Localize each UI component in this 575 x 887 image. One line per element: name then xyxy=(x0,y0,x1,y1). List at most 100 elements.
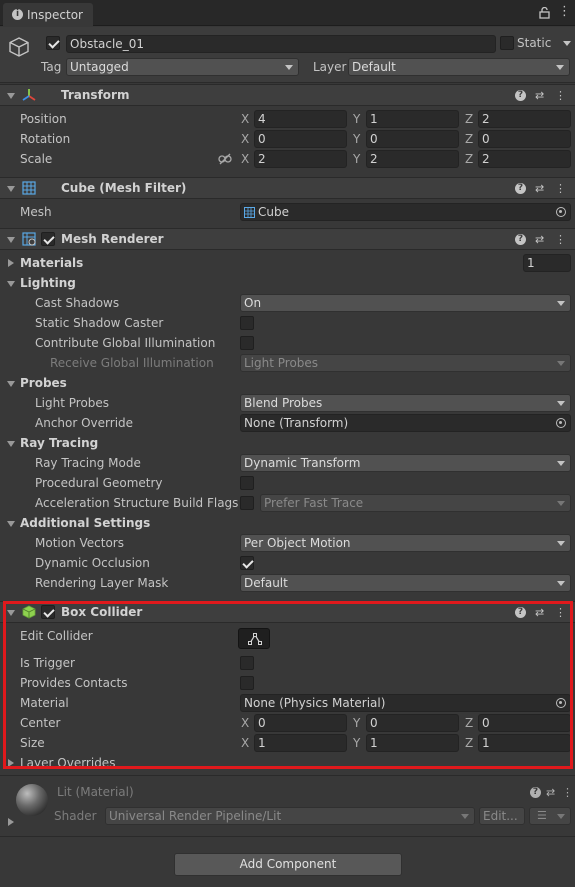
probes-label[interactable]: Probes xyxy=(20,376,67,390)
ray-tracing-label[interactable]: Ray Tracing xyxy=(20,436,98,450)
axis-y-label[interactable]: Y xyxy=(353,716,360,730)
position-y-field[interactable]: 1 xyxy=(366,110,459,128)
axis-y-label[interactable]: Y xyxy=(353,112,360,126)
provides-contacts-checkbox[interactable] xyxy=(240,676,254,690)
procedural-geometry-checkbox[interactable] xyxy=(240,476,254,490)
size-y-field[interactable]: 1 xyxy=(366,734,459,752)
gameobject-name-field[interactable]: Obstacle_01 xyxy=(66,35,496,53)
ray-tracing-foldout-icon[interactable] xyxy=(7,441,15,447)
edit-shader-button[interactable]: Edit... xyxy=(479,807,525,825)
component-menu-icon[interactable]: ⋮ xyxy=(555,233,566,247)
tag-dropdown[interactable]: Untagged xyxy=(66,58,299,76)
scale-z-field[interactable]: 2 xyxy=(478,150,571,168)
axis-x-label[interactable]: X xyxy=(241,132,249,146)
help-icon[interactable]: ? xyxy=(530,787,541,798)
tab-menu-icon[interactable]: ⋮ xyxy=(558,5,571,19)
axis-z-label[interactable]: Z xyxy=(465,132,473,146)
additional-settings-foldout-icon[interactable] xyxy=(7,521,15,527)
rotation-x-field[interactable]: 0 xyxy=(254,130,347,148)
scale-x-field[interactable]: 2 xyxy=(254,150,347,168)
foldout-arrow-icon[interactable] xyxy=(7,237,15,243)
light-probes-dropdown[interactable]: Blend Probes xyxy=(240,394,571,412)
transform-header[interactable]: Transform ? ⇄ ⋮ xyxy=(0,84,575,106)
axis-z-label[interactable]: Z xyxy=(465,716,473,730)
rotation-z-field[interactable]: 0 xyxy=(478,130,571,148)
foldout-arrow-icon[interactable] xyxy=(7,610,15,616)
box-collider-enabled-checkbox[interactable] xyxy=(41,605,55,619)
add-component-button[interactable]: Add Component xyxy=(174,853,402,876)
size-x-field[interactable]: 1 xyxy=(254,734,347,752)
presets-icon[interactable]: ⇄ xyxy=(546,786,555,799)
lighting-label[interactable]: Lighting xyxy=(20,276,76,290)
materials-foldout-icon[interactable] xyxy=(8,259,14,267)
layer-dropdown[interactable]: Default xyxy=(348,58,570,76)
box-collider-header[interactable]: Box Collider ? ⇄ ⋮ xyxy=(0,601,575,623)
layer-overrides-label[interactable]: Layer Overrides xyxy=(20,756,115,766)
layer-overrides-foldout-icon[interactable] xyxy=(8,759,14,767)
help-icon[interactable]: ? xyxy=(515,90,526,101)
mesh-renderer-enabled-checkbox[interactable] xyxy=(41,232,55,246)
is-trigger-checkbox[interactable] xyxy=(240,656,254,670)
object-picker-icon[interactable] xyxy=(556,418,566,428)
mesh-filter-header[interactable]: Cube (Mesh Filter) ? ⇄ ⋮ xyxy=(0,177,575,199)
cast-shadows-dropdown[interactable]: On xyxy=(240,294,571,312)
axis-y-label[interactable]: Y xyxy=(353,736,360,750)
motion-vectors-dropdown[interactable]: Per Object Motion xyxy=(240,534,571,552)
lighting-foldout-icon[interactable] xyxy=(7,281,15,287)
axis-x-label[interactable]: X xyxy=(241,736,249,750)
materials-count-field[interactable]: 1 xyxy=(523,254,571,272)
rendering-layer-mask-dropdown[interactable]: Default xyxy=(240,574,571,592)
edit-collider-button[interactable] xyxy=(238,628,270,649)
axis-y-label[interactable]: Y xyxy=(353,132,360,146)
static-checkbox[interactable] xyxy=(500,36,514,50)
object-picker-icon[interactable] xyxy=(556,698,566,708)
presets-icon[interactable]: ⇄ xyxy=(535,233,544,247)
shader-options-dropdown[interactable]: ☰ xyxy=(529,807,571,825)
presets-icon[interactable]: ⇄ xyxy=(535,606,544,620)
center-y-field[interactable]: 0 xyxy=(366,714,459,732)
scale-y-field[interactable]: 2 xyxy=(366,150,459,168)
contribute-gi-checkbox[interactable] xyxy=(240,336,254,350)
component-menu-icon[interactable]: ⋮ xyxy=(555,89,566,103)
materials-label[interactable]: Materials xyxy=(20,256,83,270)
foldout-arrow-icon[interactable] xyxy=(7,93,15,99)
lock-icon[interactable] xyxy=(539,7,550,19)
position-z-field[interactable]: 2 xyxy=(478,110,571,128)
help-icon[interactable]: ? xyxy=(515,234,526,245)
help-icon[interactable]: ? xyxy=(515,183,526,194)
size-z-field[interactable]: 1 xyxy=(478,734,571,752)
axis-z-label[interactable]: Z xyxy=(465,736,473,750)
static-shadow-caster-checkbox[interactable] xyxy=(240,316,254,330)
center-x-field[interactable]: 0 xyxy=(254,714,347,732)
anchor-override-field[interactable]: None (Transform) xyxy=(240,414,571,432)
presets-icon[interactable]: ⇄ xyxy=(535,89,544,103)
static-dropdown-arrow-icon[interactable] xyxy=(563,41,571,46)
axis-z-label[interactable]: Z xyxy=(465,152,473,166)
tab-inspector[interactable]: i Inspector xyxy=(3,3,93,27)
position-x-field[interactable]: 4 xyxy=(254,110,347,128)
dynamic-occlusion-checkbox[interactable] xyxy=(240,556,254,570)
axis-z-label[interactable]: Z xyxy=(465,112,473,126)
axis-x-label[interactable]: X xyxy=(241,716,249,730)
gameobject-active-checkbox[interactable] xyxy=(46,36,60,50)
component-menu-icon[interactable]: ⋮ xyxy=(562,786,573,799)
object-picker-icon[interactable] xyxy=(556,207,566,217)
presets-icon[interactable]: ⇄ xyxy=(535,182,544,196)
accel-flags-checkbox[interactable] xyxy=(240,496,254,510)
additional-settings-label[interactable]: Additional Settings xyxy=(20,516,150,530)
component-menu-icon[interactable]: ⋮ xyxy=(555,182,566,196)
component-menu-icon[interactable]: ⋮ xyxy=(555,606,566,620)
axis-x-label[interactable]: X xyxy=(241,152,249,166)
rotation-y-field[interactable]: 0 xyxy=(366,130,459,148)
help-icon[interactable]: ? xyxy=(515,607,526,618)
shader-dropdown[interactable]: Universal Render Pipeline/Lit xyxy=(105,807,475,825)
mesh-object-field[interactable]: Cube xyxy=(240,203,571,221)
probes-foldout-icon[interactable] xyxy=(7,381,15,387)
mesh-renderer-header[interactable]: Mesh Renderer ? ⇄ ⋮ xyxy=(0,228,575,250)
ray-tracing-mode-dropdown[interactable]: Dynamic Transform xyxy=(240,454,571,472)
foldout-arrow-icon[interactable] xyxy=(7,186,15,192)
constrain-proportions-icon[interactable] xyxy=(218,153,232,165)
center-z-field[interactable]: 0 xyxy=(478,714,571,732)
axis-y-label[interactable]: Y xyxy=(353,152,360,166)
axis-x-label[interactable]: X xyxy=(241,112,249,126)
